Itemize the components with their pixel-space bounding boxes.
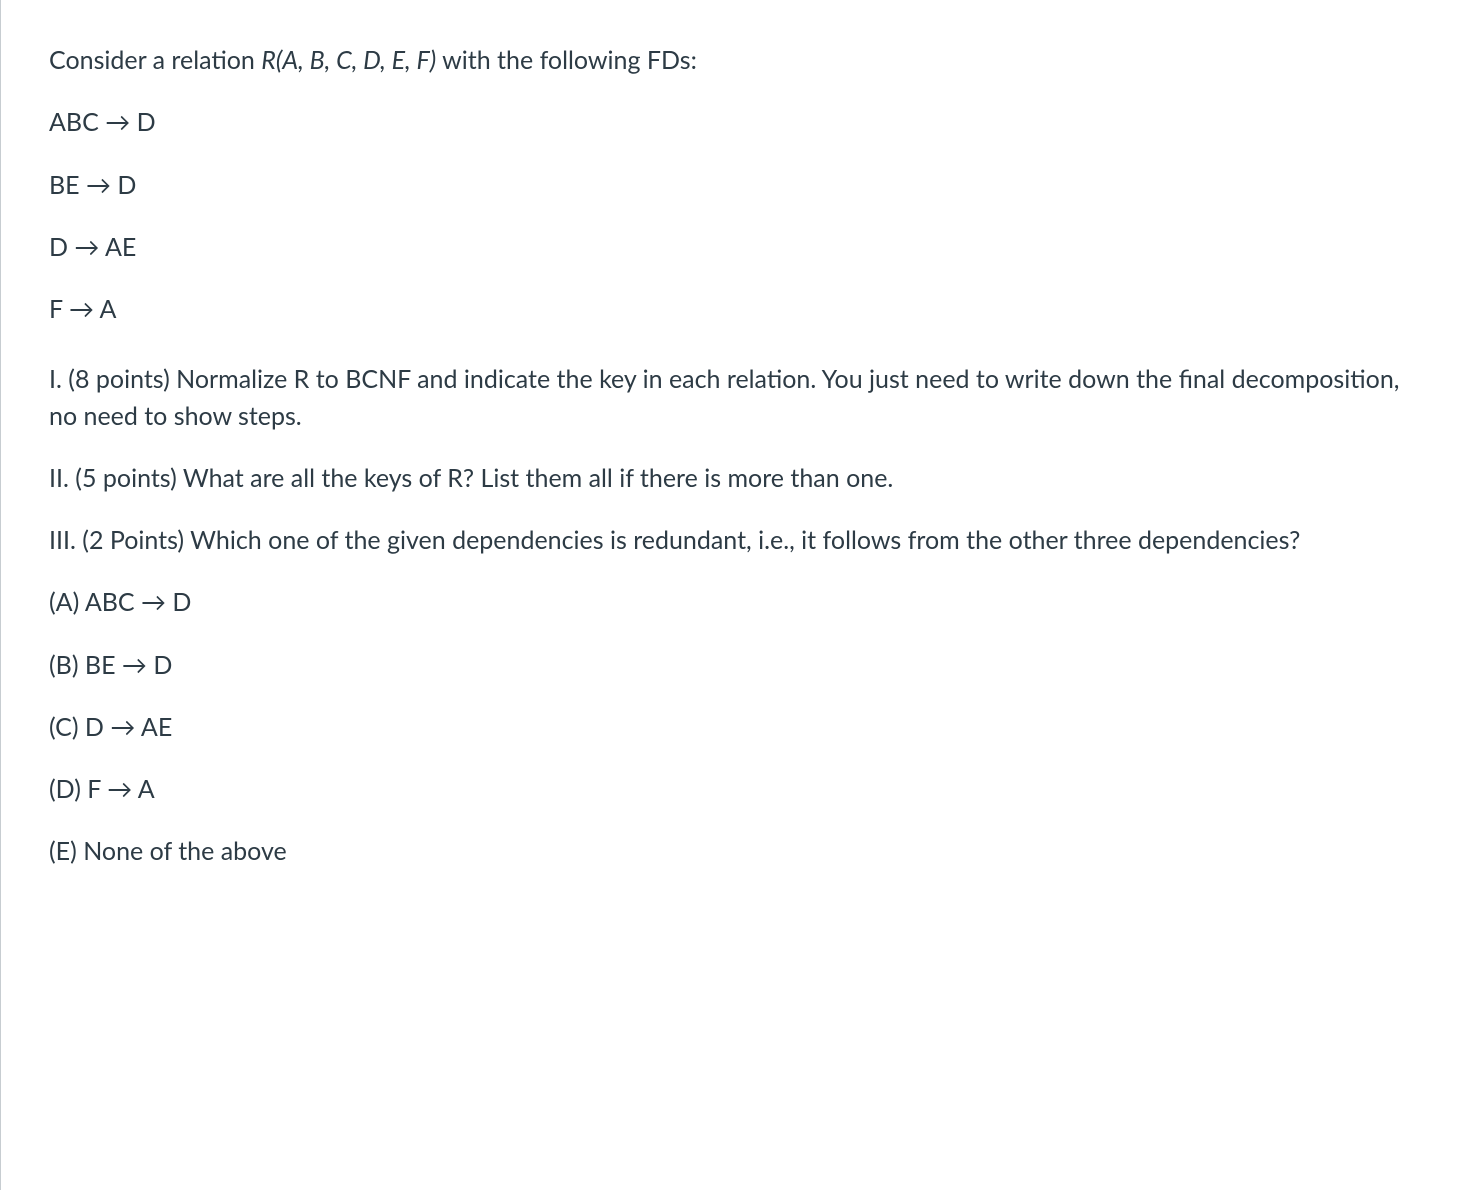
option-c: (C) D → AE	[49, 709, 1422, 745]
fd-item: D → AE	[49, 229, 1422, 265]
option-b: (B) BE → D	[49, 647, 1422, 683]
option-d: (D) F → A	[49, 771, 1422, 807]
intro-paragraph: Consider a relation R(A, B, C, D, E, F) …	[49, 42, 1422, 78]
relation-name: R(A, B, C, D, E, F)	[261, 45, 436, 75]
question-1: I. (8 points) Normalize R to BCNF and in…	[49, 361, 1422, 434]
fd-list: ABC → D BE → D D → AE F → A	[49, 104, 1422, 327]
fd-item: BE → D	[49, 167, 1422, 203]
option-a: (A) ABC → D	[49, 584, 1422, 620]
intro-suffix: with the following FDs:	[436, 45, 697, 75]
fd-item: ABC → D	[49, 104, 1422, 140]
option-e: (E) None of the above	[49, 833, 1422, 869]
answer-options: (A) ABC → D (B) BE → D (C) D → AE (D) F …	[49, 584, 1422, 869]
question-2: II. (5 points) What are all the keys of …	[49, 460, 1422, 496]
question-3: III. (2 Points) Which one of the given d…	[49, 522, 1422, 558]
question-page: Consider a relation R(A, B, C, D, E, F) …	[0, 0, 1470, 1190]
intro-prefix: Consider a relation	[49, 45, 261, 75]
fd-item: F → A	[49, 291, 1422, 327]
